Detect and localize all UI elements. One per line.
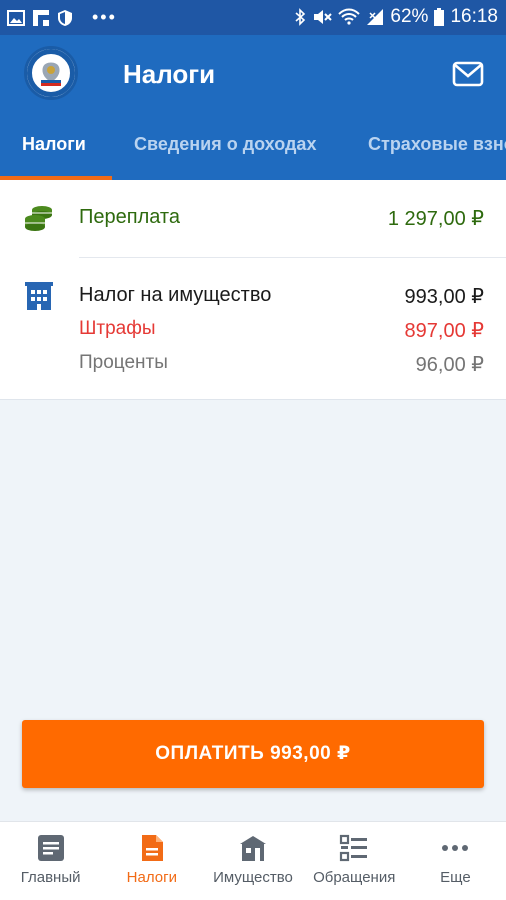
tax-document-icon	[141, 835, 163, 861]
more-notifications-icon: •••	[92, 7, 117, 27]
mute-icon	[314, 10, 333, 24]
flipboard-icon	[33, 9, 49, 26]
nav-label-more: Еще	[440, 869, 471, 886]
nav-label-requests: Обращения	[313, 869, 396, 886]
coins-icon	[25, 206, 52, 231]
shield-icon	[58, 9, 72, 26]
nav-item-property[interactable]: Имущество	[202, 822, 303, 900]
list-icon	[340, 834, 368, 862]
tab-insurance[interactable]: Страховые взносы	[368, 134, 506, 155]
nav-label-main: Главный	[20, 869, 81, 886]
bottom-navigation: Главный Налоги Имущество Обращения Еще	[0, 821, 506, 900]
nav-label-property: Имущество	[213, 869, 293, 886]
gallery-icon	[7, 9, 25, 26]
app-bar: Налоги	[0, 35, 506, 117]
property-tax-row[interactable]: Налог на имущество 993,00 ₽ Штрафы 897,0…	[0, 258, 506, 400]
signal-icon	[367, 9, 384, 25]
overpayment-row[interactable]: Переплата 1 297,00 ₽	[0, 180, 506, 257]
building-icon	[25, 282, 53, 310]
mail-icon[interactable]	[452, 61, 484, 87]
tab-income-info[interactable]: Сведения о доходах	[134, 134, 316, 155]
wifi-icon	[338, 8, 361, 25]
more-icon	[442, 845, 469, 851]
nav-item-requests[interactable]: Обращения	[304, 822, 405, 900]
fines-amount: 897,00 ₽	[404, 320, 484, 342]
nav-item-taxes[interactable]: Налоги	[101, 822, 202, 900]
building-icon	[240, 836, 266, 861]
overpayment-label: Переплата	[79, 206, 180, 228]
nav-item-more[interactable]: Еще	[405, 822, 506, 900]
clock: 16:18	[450, 6, 498, 27]
battery-icon	[434, 8, 445, 26]
nav-label-taxes: Налоги	[126, 869, 177, 886]
document-icon	[37, 835, 64, 861]
nav-item-main[interactable]: Главный	[0, 822, 101, 900]
status-bar: ••• 62% 16:18	[0, 0, 506, 35]
tax-summary-card: Переплата 1 297,00 ₽ Налог на имущество …	[0, 180, 506, 400]
pay-button[interactable]: ОПЛАТИТЬ 993,00 ₽	[22, 720, 484, 788]
tab-bar: Налоги Сведения о доходах Страховые взно…	[0, 117, 506, 180]
property-tax-amount: 993,00 ₽	[404, 286, 484, 308]
property-tax-label: Налог на имущество	[79, 284, 272, 306]
overpayment-amount: 1 297,00 ₽	[387, 208, 484, 230]
interest-label: Проценты	[79, 352, 168, 373]
battery-percent: 62%	[390, 6, 429, 27]
fns-logo	[24, 46, 78, 100]
bluetooth-icon	[295, 8, 306, 26]
tab-taxes[interactable]: Налоги	[22, 134, 86, 155]
fines-label: Штрафы	[79, 318, 156, 339]
interest-amount: 96,00 ₽	[415, 354, 484, 376]
page-title: Налоги	[123, 59, 216, 89]
